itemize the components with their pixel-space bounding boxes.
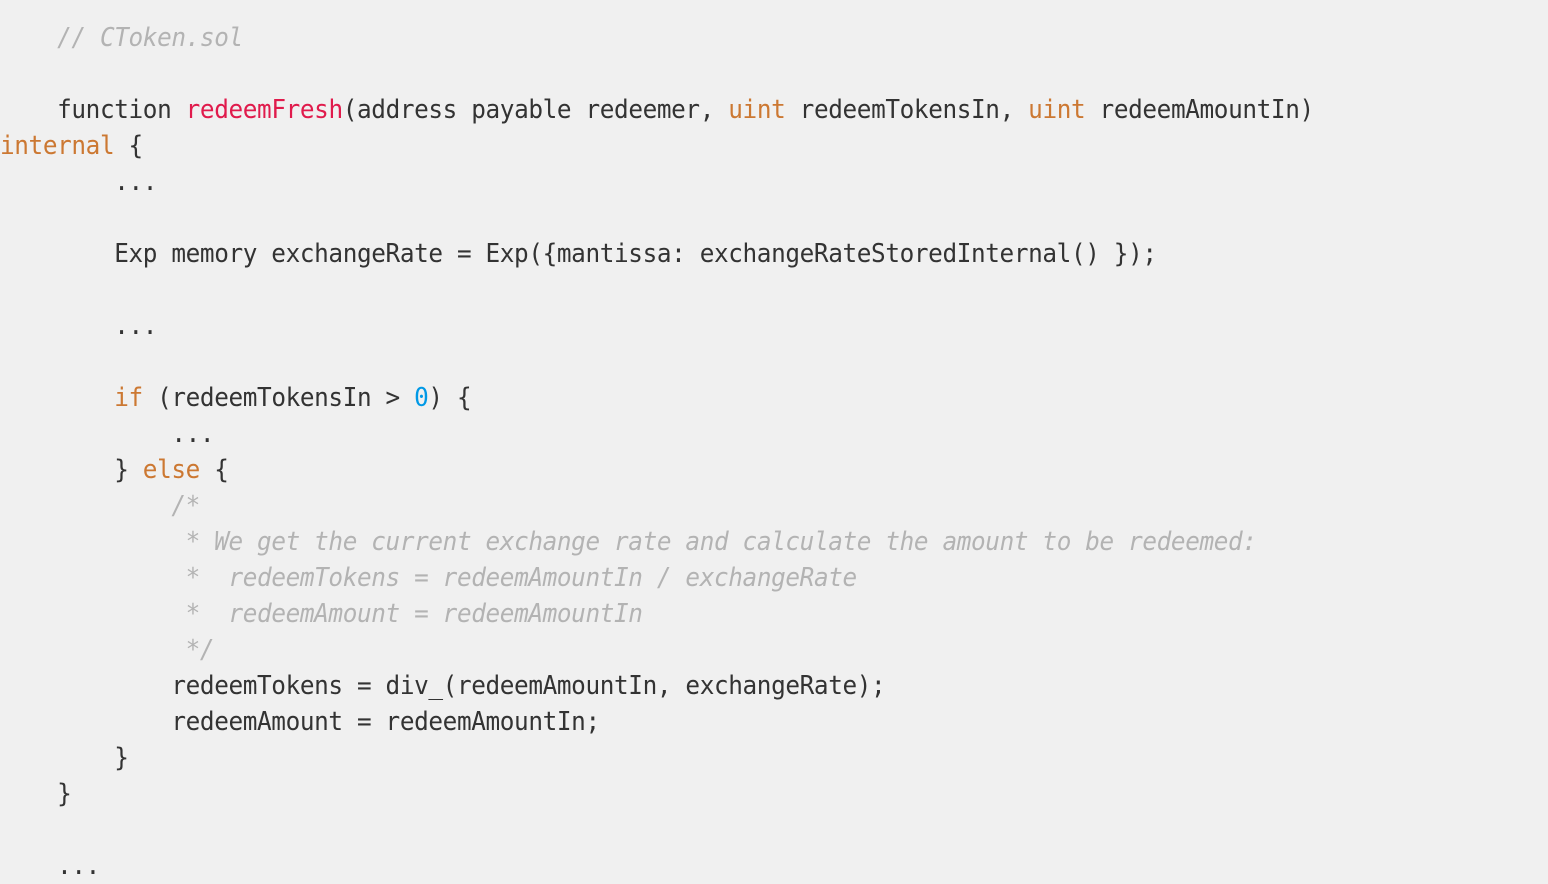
code-line: * redeemAmount = redeemAmountIn <box>0 596 643 632</box>
code-token-plain: redeemAmountIn) <box>1085 95 1315 125</box>
code-token-plain: { <box>114 131 144 161</box>
code-token-comment: * We get the current exchange rate and c… <box>171 527 1257 557</box>
code-token-plain: Exp memory exchangeRate = Exp({mantissa:… <box>0 239 1157 269</box>
code-token-comment: * redeemAmount = redeemAmountIn <box>171 599 643 629</box>
code-line: redeemAmount = redeemAmountIn; <box>0 704 600 740</box>
code-line: */ <box>0 632 215 668</box>
code-line: function redeemFresh(address payable red… <box>0 92 1314 128</box>
code-line: Exp memory exchangeRate = Exp({mantissa:… <box>0 236 1157 272</box>
code-token-plain: (address payable redeemer, <box>342 95 729 125</box>
code-line: if (redeemTokensIn > 0) { <box>0 380 471 416</box>
code-token-plain: { <box>199 455 229 485</box>
code-line: } <box>0 740 129 776</box>
code-line: // CToken.sol <box>0 20 243 56</box>
code-token-plain: redeemTokens = div_(redeemAmountIn, exch… <box>0 671 886 701</box>
code-token-plain: redeemAmount = redeemAmountIn; <box>0 707 600 737</box>
code-line: ... <box>0 308 157 344</box>
code-token-plain: ... <box>0 167 158 197</box>
code-token-comment: /* <box>171 491 200 521</box>
code-token-keyword: else <box>142 455 201 485</box>
code-line: * redeemTokens = redeemAmountIn / exchan… <box>0 560 858 596</box>
code-snippet-panel: // CToken.sol function redeemFresh(addre… <box>0 0 1548 882</box>
code-line: } <box>0 776 72 812</box>
code-token-keyword: internal <box>0 131 115 161</box>
code-token-plain: redeemTokensIn, <box>785 95 1029 125</box>
code-token-plain: } <box>0 779 72 809</box>
code-token-comment: * redeemTokens = redeemAmountIn / exchan… <box>171 563 858 593</box>
code-line: internal { <box>0 128 143 164</box>
code-line: ... <box>0 848 100 884</box>
code-token-plain: } <box>0 743 129 773</box>
code-line: redeemTokens = div_(redeemAmountIn, exch… <box>0 668 885 704</box>
code-token-plain: ... <box>0 851 100 881</box>
code-token-keyword: if <box>114 383 143 413</box>
code-line: /* <box>0 488 200 524</box>
code-token-number: 0 <box>414 383 429 413</box>
code-line: } else { <box>0 452 229 488</box>
code-line: * We get the current exchange rate and c… <box>0 524 1257 560</box>
code-token-keyword: uint <box>728 95 786 125</box>
code-line: ... <box>0 164 157 200</box>
code-line: ... <box>0 416 214 452</box>
code-token-keyword: uint <box>1028 95 1086 125</box>
code-token-comment: // CToken.sol <box>57 23 243 53</box>
code-token-plain: ... <box>0 419 215 449</box>
code-token-plain: ... <box>0 311 158 341</box>
code-token-plain: (redeemTokensIn > <box>142 383 415 413</box>
code-token-plain: } <box>0 455 143 485</box>
code-token-func: redeemFresh <box>185 95 343 125</box>
code-token-plain: function <box>0 95 186 125</box>
code-token-comment: */ <box>171 635 215 665</box>
code-token-plain: ) { <box>428 383 472 413</box>
